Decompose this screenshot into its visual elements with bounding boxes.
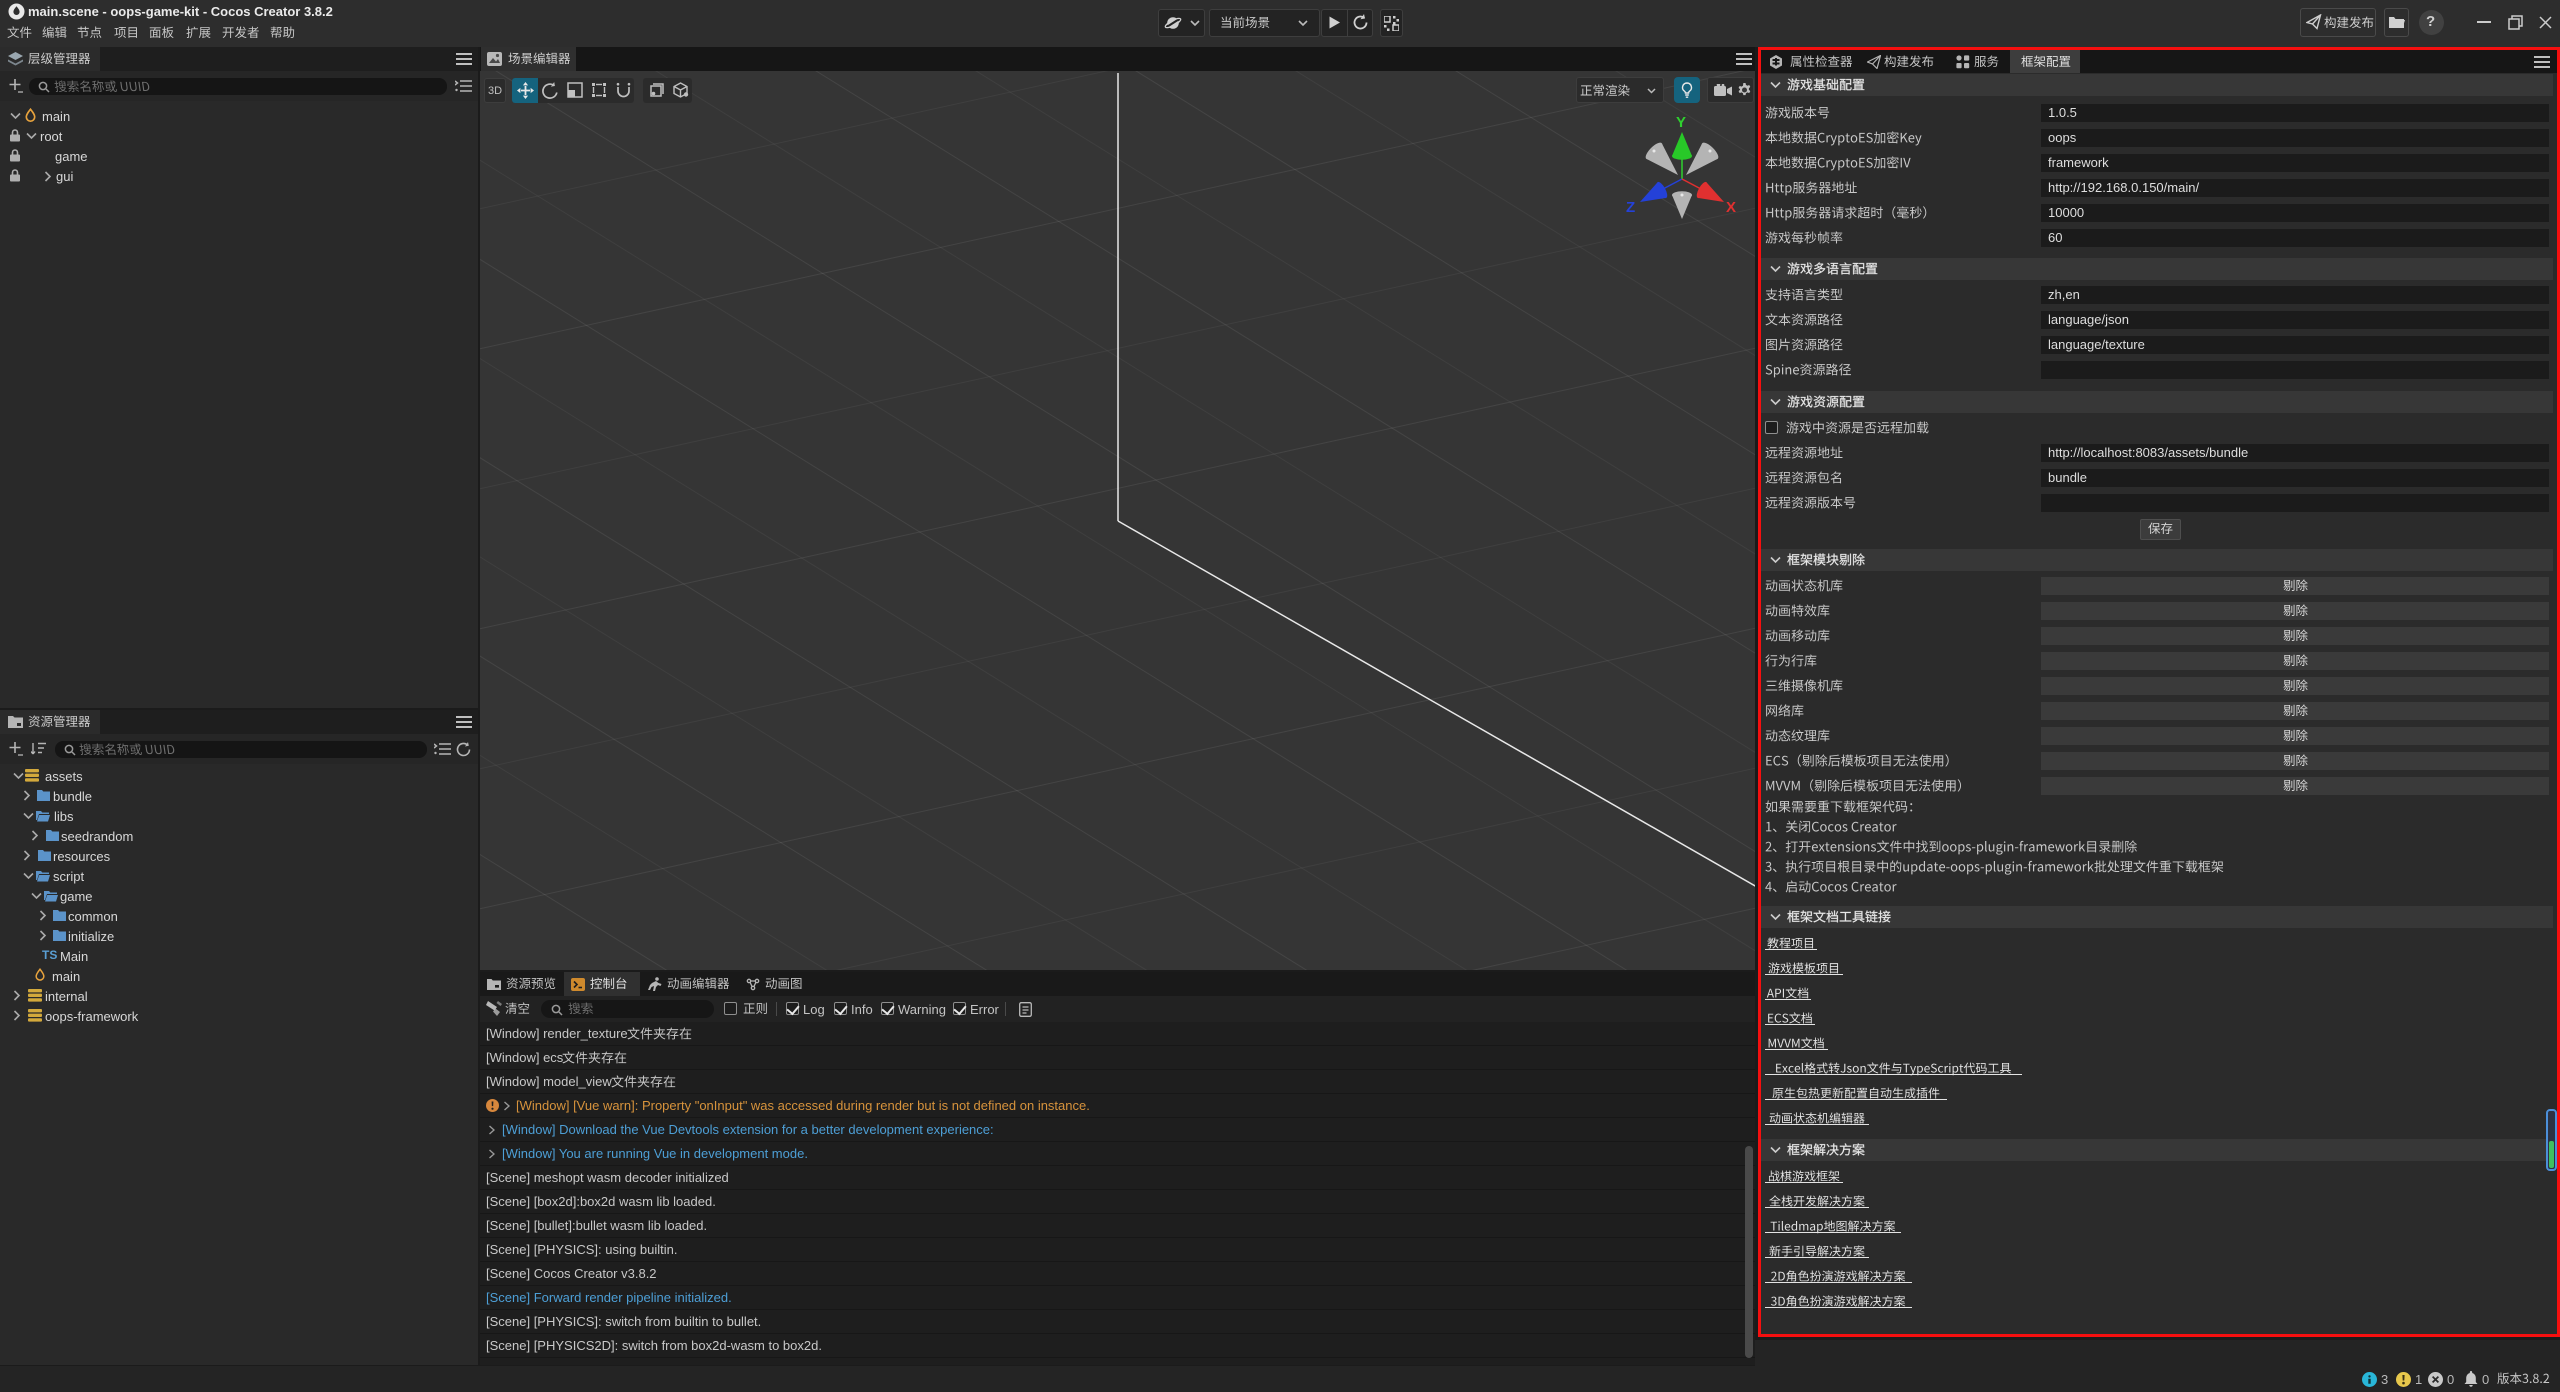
svg-text:Y: Y	[1676, 114, 1686, 131]
svg-text:Z: Z	[1626, 199, 1635, 216]
svg-text:X: X	[1726, 199, 1736, 216]
